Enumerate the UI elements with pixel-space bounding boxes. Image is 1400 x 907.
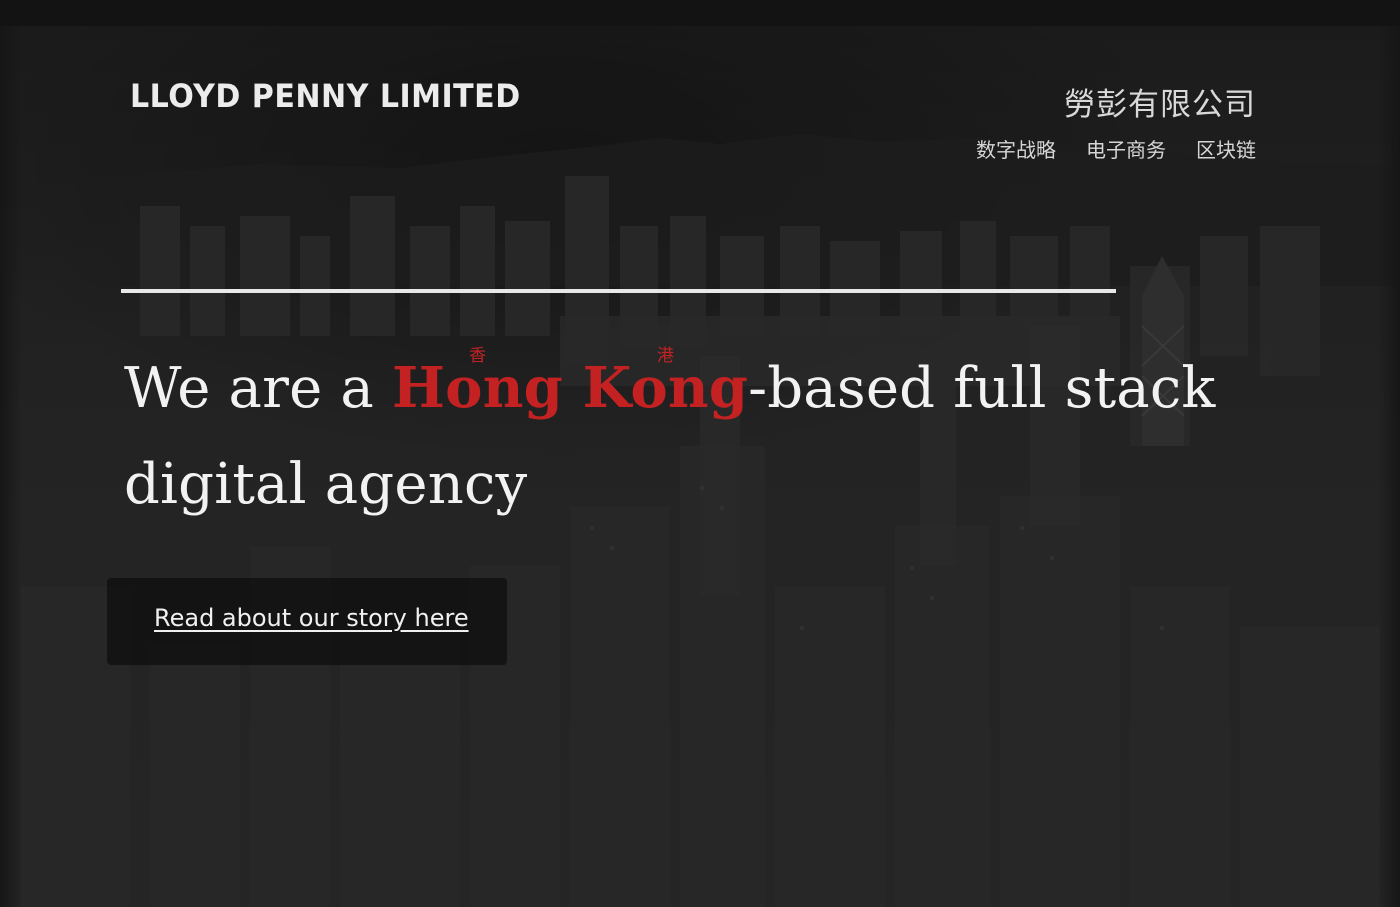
- nav-item-digital-strategy[interactable]: 数字战略: [976, 134, 1056, 163]
- brand-logo-text[interactable]: LLOYD PENNY LIMITED: [130, 77, 521, 115]
- main-nav: 数字战略 电子商务 区块链: [976, 134, 1256, 163]
- headline-line2: digital agency: [124, 452, 528, 517]
- hero-right-vignette: [1378, 26, 1400, 907]
- headline-divider: [121, 289, 1116, 293]
- annotation-heung: 香: [392, 346, 563, 366]
- nav-item-blockchain[interactable]: 区块链: [1196, 134, 1256, 163]
- hero-left-vignette: [0, 26, 22, 907]
- headline-line1-suffix: -based full stack: [748, 356, 1216, 421]
- nav-item-ecommerce[interactable]: 电子商务: [1086, 134, 1166, 163]
- hong-kong-highlight: Hong香 Kong港: [392, 346, 748, 421]
- read-story-link[interactable]: Read about our story here: [154, 604, 469, 632]
- chinese-company-name: 勞彭有限公司: [1064, 87, 1256, 123]
- hero-headline: We are a Hong香 Kong港 -based full stack dig…: [124, 340, 1224, 533]
- cta-box: Read about our story here: [107, 578, 507, 665]
- annotation-gong: 港: [582, 346, 749, 366]
- top-strip: [0, 0, 1400, 26]
- headline-prefix: We are a: [124, 356, 393, 421]
